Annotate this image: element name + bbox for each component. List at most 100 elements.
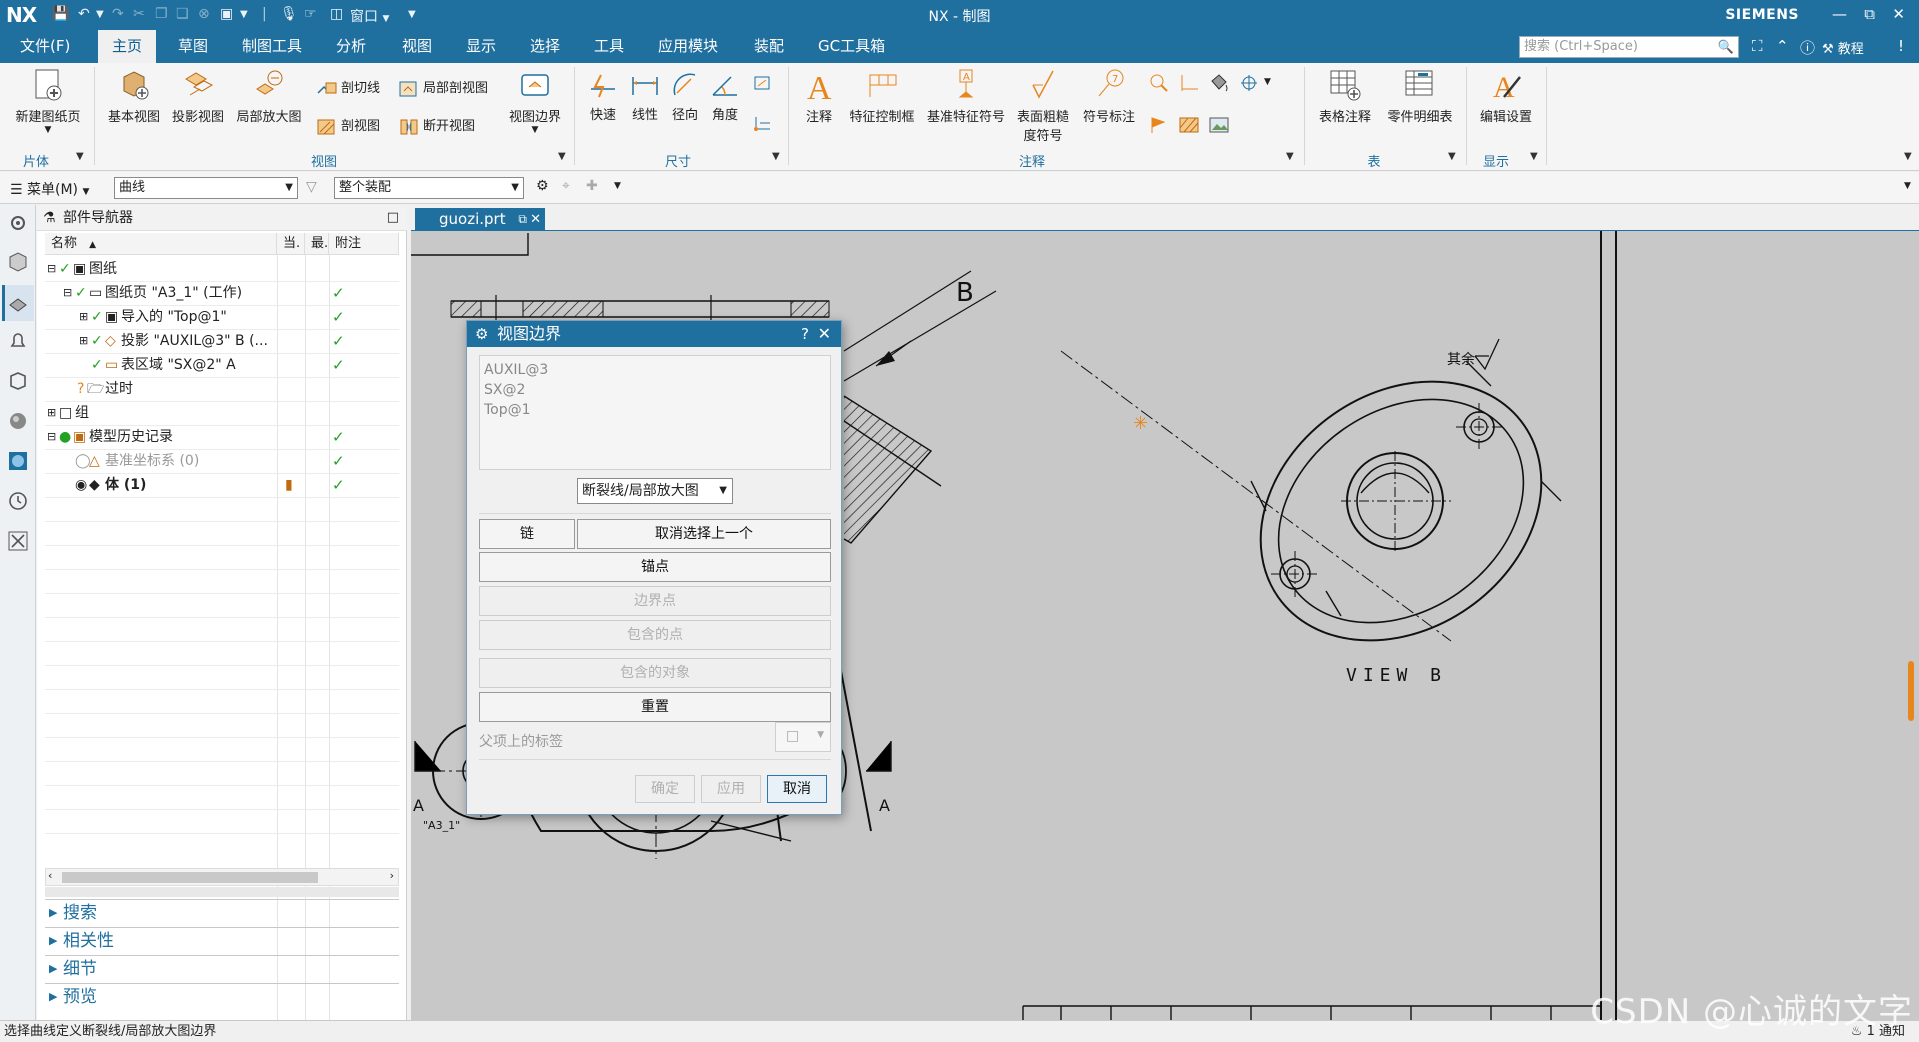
tab-drafting-tools[interactable]: 制图工具 [228, 30, 316, 63]
chevron-down-icon[interactable]: ▼ [614, 181, 621, 191]
ok-button[interactable]: 确定 [635, 775, 695, 803]
zoom-annotation-icon[interactable] [1148, 73, 1173, 93]
help-icon[interactable]: ? [801, 321, 809, 347]
tab-sketch[interactable]: 草图 [164, 30, 222, 63]
tab-home[interactable]: 主页 [98, 30, 157, 63]
view-list[interactable]: AUXIL@3 SX@2 Top@1 [479, 355, 831, 470]
ribbon-options-icon[interactable]: ▼ [1904, 151, 1912, 162]
dimension-more-icon[interactable] [752, 73, 777, 93]
anchor-point-icon[interactable]: ✳ [1133, 413, 1148, 434]
datum-feature-symbol-button[interactable]: A 基准特征符号 [922, 67, 1010, 125]
bell-icon[interactable] [6, 329, 30, 353]
scroll-left-icon[interactable]: ‹ [48, 869, 52, 882]
horizontal-scrollbar[interactable]: ‹ › [45, 868, 399, 886]
settings-icon[interactable] [6, 211, 30, 235]
filter-reset-icon[interactable]: ▽ [306, 179, 317, 195]
tab-select[interactable]: 选择 [516, 30, 574, 63]
view-boundary-button[interactable]: 视图边界 ▼ [500, 67, 570, 135]
type-filter-select[interactable]: 曲线 ▼ [114, 177, 298, 199]
snap-point-icon[interactable]: ⌖ [562, 178, 570, 194]
view-list-item[interactable]: AUXIL@3 [484, 360, 826, 380]
pin-icon[interactable]: ⧉ [518, 208, 527, 231]
maximize-panel-icon[interactable]: □ [387, 205, 399, 231]
tree-row-out-of-date[interactable]: ? 🗁 过时 [45, 377, 399, 401]
part-navigator-icon[interactable] [6, 291, 30, 315]
panel-splitter[interactable] [45, 887, 399, 897]
tab-view[interactable]: 视图 [388, 30, 446, 63]
fill-icon[interactable] [1208, 73, 1233, 93]
deselect-last-button[interactable]: 取消选择上一个 [577, 519, 831, 549]
expand-icon[interactable]: ⊞ [47, 401, 56, 425]
tutorial-button[interactable]: ⚒ 教程 [1822, 38, 1864, 57]
image-icon[interactable] [1208, 115, 1233, 135]
chevron-down-icon[interactable]: ▼ [558, 151, 566, 162]
panel-preview[interactable]: ▶ 预览 [45, 983, 399, 1009]
collapse-ribbon-icon[interactable]: ⌃ [1776, 37, 1789, 55]
tree-row-projected-view[interactable]: ⊞ ✓ ◇ 投影 "AUXIL@3" B (... ✓ [45, 329, 399, 353]
scrollbar-thumb[interactable] [62, 872, 318, 883]
selection-intent-icon[interactable]: ⚙ [536, 178, 549, 194]
command-search-input[interactable]: 搜索 (Ctrl+Space) 🔍 [1519, 36, 1739, 58]
web-browser-icon[interactable] [6, 449, 30, 473]
boundary-type-select[interactable]: 断裂线/局部放大图 ▼ [577, 478, 733, 504]
reuse-library-icon[interactable] [6, 369, 30, 393]
tab-analysis[interactable]: 分析 [322, 30, 380, 63]
collapse-icon[interactable]: ⊟ [47, 425, 56, 449]
chevron-down-icon[interactable]: ▼ [1264, 77, 1271, 87]
projected-view-button[interactable]: 投影视图 [166, 67, 230, 125]
history-icon[interactable] [6, 489, 30, 513]
alert-icon[interactable]: ! [1898, 37, 1904, 55]
point-filter-icon[interactable]: ✚ [586, 178, 598, 194]
close-icon[interactable]: ✕ [1892, 5, 1905, 23]
tree-row-sheet[interactable]: ⊟ ✓ ▭ 图纸页 "A3_1" (工作) ✓ [45, 281, 399, 305]
help-icon[interactable]: ⓘ [1800, 37, 1815, 58]
panel-search[interactable]: ▶ 搜索 [45, 899, 399, 925]
tabular-note-button[interactable]: 表格注释 [1310, 67, 1380, 125]
tab-file[interactable]: 文件(F) [6, 30, 84, 63]
section-line-button[interactable]: 剖切线 [316, 77, 380, 99]
flag-icon[interactable] [1148, 115, 1173, 135]
chevron-down-icon[interactable]: ▼ [76, 151, 84, 162]
rapid-dimension-button[interactable]: 快速 [582, 69, 624, 123]
parts-list-button[interactable]: 零件明细表 [1382, 67, 1458, 125]
eye-icon[interactable]: ◉ [75, 473, 87, 497]
centerline-icon[interactable] [1178, 73, 1203, 93]
parent-label-select[interactable]: □ ▼ [775, 722, 831, 752]
reset-button[interactable]: 重置 [479, 692, 831, 722]
break-out-section-button[interactable]: 局部剖视图 [398, 77, 488, 99]
tree-row-section-view[interactable]: ✓ ▭ 表区域 "SX@2" A ✓ [45, 353, 399, 377]
contained-objects-button[interactable]: 包含的对象 [479, 658, 831, 688]
tree-row-model-history[interactable]: ⊟ ● ▣ 模型历史记录 ✓ [45, 425, 399, 449]
view-list-item[interactable]: SX@2 [484, 380, 826, 400]
close-icon[interactable]: ✕ [818, 321, 831, 347]
search-icon[interactable]: 🔍 [1718, 38, 1734, 58]
collapse-icon[interactable]: ⊟ [63, 281, 72, 305]
tab-assembly[interactable]: 装配 [740, 30, 798, 63]
ordinate-dimension-icon[interactable] [752, 113, 777, 133]
tools-icon[interactable] [6, 529, 30, 553]
fullscreen-icon[interactable]: ⛶ [1752, 37, 1763, 55]
expand-icon[interactable]: ⊞ [79, 305, 88, 329]
gear-icon[interactable]: ⚙ [475, 321, 488, 347]
assembly-navigator-icon[interactable] [6, 249, 30, 273]
column-comment[interactable]: 附注 [329, 233, 399, 255]
collapse-icon[interactable]: ⊟ [47, 257, 56, 281]
tree-row-imported-view[interactable]: ⊞ ✓ ▣ 导入的 "Top@1" ✓ [45, 305, 399, 329]
broken-view-button[interactable]: 断开视图 [398, 115, 475, 137]
radial-dimension-button[interactable]: 径向 [664, 69, 706, 123]
feature-control-frame-button[interactable]: 特征控制框 [842, 67, 922, 125]
minimize-icon[interactable]: — [1832, 5, 1847, 23]
linear-dimension-button[interactable]: 线性 [624, 69, 666, 123]
tab-guozi-prt[interactable]: guozi.prt ⧉ ✕ [415, 208, 545, 231]
chevron-down-icon[interactable]: ▼ [1448, 151, 1456, 162]
cancel-button[interactable]: 取消 [767, 775, 827, 803]
vertical-scrollbar[interactable] [1908, 661, 1914, 721]
column-current[interactable]: 当. [277, 233, 305, 255]
tab-tools[interactable]: 工具 [580, 30, 638, 63]
tab-applications[interactable]: 应用模块 [644, 30, 732, 63]
column-latest[interactable]: 最. [305, 233, 329, 255]
hd3d-icon[interactable] [6, 409, 30, 433]
target-point-icon[interactable] [1238, 73, 1263, 93]
panel-details[interactable]: ▶ 细节 [45, 955, 399, 981]
menu-button[interactable]: ☰ 菜单(M) ▼ [10, 179, 89, 199]
